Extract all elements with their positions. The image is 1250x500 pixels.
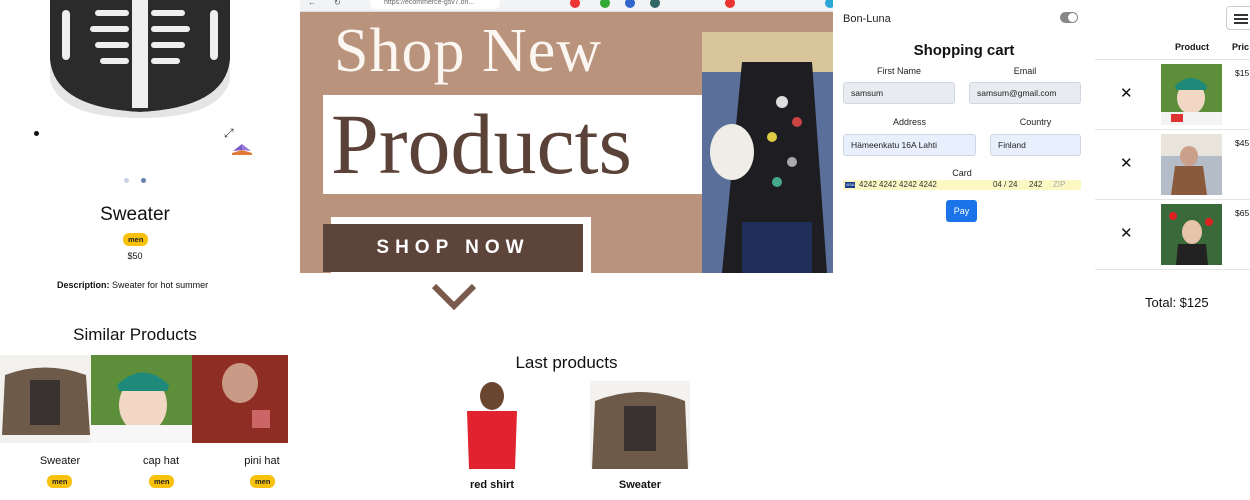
theme-toggle[interactable] — [1060, 12, 1078, 23]
last-item-image-sweater[interactable] — [590, 381, 690, 469]
product-title: Sweater — [100, 204, 170, 225]
extension-icon[interactable] — [825, 0, 833, 8]
checkout-form-panel: Bon-Luna Shopping cart First Name Email … — [833, 0, 1095, 500]
item-price: $65 — [1235, 208, 1250, 218]
carousel-dot-active[interactable] — [141, 178, 146, 183]
category-badge: men — [149, 475, 175, 488]
menu-line — [1234, 22, 1248, 24]
cart-item-image — [1161, 204, 1222, 265]
cart-title: Shopping cart — [913, 42, 1015, 59]
similar-item-image-sweater[interactable] — [0, 355, 91, 443]
remove-item-icon[interactable]: ✕ — [1120, 224, 1133, 242]
cart-table-panel: Product Pric ✕ $15 ✕ $45 ✕ $65 Total: $1… — [1095, 0, 1250, 500]
expand-icon[interactable]: ⤢ — [224, 126, 238, 140]
extension-icon[interactable] — [625, 0, 635, 8]
open-book-icon — [232, 144, 252, 155]
card-label: Card — [952, 168, 972, 178]
extension-icon[interactable] — [570, 0, 580, 8]
card-cvc[interactable]: 242 — [1029, 180, 1042, 190]
last-products-title: Last products — [515, 353, 618, 372]
model-photo — [702, 32, 833, 273]
table-row: ✕ $65 — [1095, 199, 1250, 269]
table-divider — [1095, 269, 1250, 270]
product-description: Description: Sweater for hot summer — [57, 280, 208, 290]
carousel-dot[interactable] — [124, 178, 129, 183]
extension-icon[interactable] — [650, 0, 660, 8]
menu-line — [1234, 14, 1248, 16]
product-column-header: Product — [1175, 42, 1210, 52]
extension-icon[interactable] — [600, 0, 610, 8]
card-expiry[interactable]: 04 / 24 — [993, 180, 1017, 190]
item-price: $45 — [1235, 138, 1250, 148]
card-number[interactable]: 4242 4242 4242 4242 — [859, 180, 937, 190]
table-row: ✕ $45 — [1095, 129, 1250, 199]
description-text: Sweater for hot summer — [112, 280, 209, 290]
last-item-image-red-shirt[interactable] — [457, 381, 527, 469]
similar-products-title: Similar Products — [73, 325, 197, 344]
chevron-down-icon[interactable] — [432, 282, 476, 312]
banner-products-text: Products — [331, 96, 632, 192]
visa-card-icon: VISA — [845, 182, 855, 188]
cart-item-image — [1161, 134, 1222, 195]
item-price: $15 — [1235, 68, 1250, 78]
similar-item-image-pini-hat[interactable] — [192, 355, 288, 443]
extension-icon[interactable] — [725, 0, 735, 8]
card-element[interactable]: VISA 4242 4242 4242 4242 04 / 24 242 ZIP — [843, 180, 1081, 190]
address-field[interactable]: Hämeenkatu 16A Lahti — [843, 134, 976, 156]
category-badge: men — [250, 475, 276, 488]
category-badge: men — [47, 475, 73, 488]
shop-now-button[interactable]: SHOP NOW — [323, 224, 583, 272]
back-icon[interactable]: ← — [308, 0, 318, 8]
similar-item-label[interactable]: cap hat — [110, 455, 212, 467]
similar-item-label[interactable]: pini hat — [212, 455, 300, 467]
address-label: Address — [892, 117, 927, 127]
sweater-image — [50, 0, 230, 118]
first-name-field[interactable]: samsum — [843, 82, 955, 104]
card-zip[interactable]: ZIP — [1053, 180, 1065, 190]
cart-total: Total: $125 — [1145, 295, 1209, 310]
menu-line — [1234, 18, 1248, 20]
table-row: ✕ $15 — [1095, 59, 1250, 129]
browser-toolbar: ← ↻ https://ecommerce-gsv7.on... — [300, 0, 833, 12]
similar-item-image-cap-hat[interactable] — [91, 355, 192, 443]
reload-icon[interactable]: ↻ — [334, 0, 344, 8]
bullet-dot — [34, 131, 39, 136]
product-detail-panel: ⤢ Sweater men $50 Description: Sweater f… — [0, 0, 300, 500]
first-name-label: First Name — [876, 66, 921, 76]
country-label: Country — [1019, 117, 1052, 127]
price-column-header: Pric — [1232, 42, 1250, 52]
remove-item-icon[interactable]: ✕ — [1120, 154, 1133, 172]
email-label: Email — [1013, 66, 1037, 76]
brand-name[interactable]: Bon-Luna — [843, 13, 891, 25]
hero-banner: Shop New Products SHOP NOW — [300, 12, 833, 273]
description-label: Description: — [57, 280, 110, 290]
banner-headline: Shop New — [334, 17, 603, 85]
menu-toggle-button[interactable] — [1226, 6, 1250, 30]
country-field[interactable]: Finland — [990, 134, 1081, 156]
email-field[interactable]: samsum@gmail.com — [969, 82, 1081, 104]
cart-item-image — [1161, 64, 1222, 125]
category-badge: men — [123, 233, 149, 246]
product-price: $50 — [127, 251, 143, 261]
carousel-dots[interactable] — [124, 178, 146, 183]
address-bar[interactable]: https://ecommerce-gsv7.on... — [370, 0, 500, 9]
remove-item-icon[interactable]: ✕ — [1120, 84, 1133, 102]
last-item-label[interactable]: red shirt — [452, 479, 532, 491]
home-panel: ← ↻ https://ecommerce-gsv7.on... Shop Ne… — [300, 0, 833, 500]
last-item-label[interactable]: Sweater — [600, 479, 680, 491]
pay-button[interactable]: Pay — [946, 200, 977, 222]
products-box: Products — [323, 95, 713, 194]
similar-item-label[interactable]: Sweater — [0, 455, 120, 467]
